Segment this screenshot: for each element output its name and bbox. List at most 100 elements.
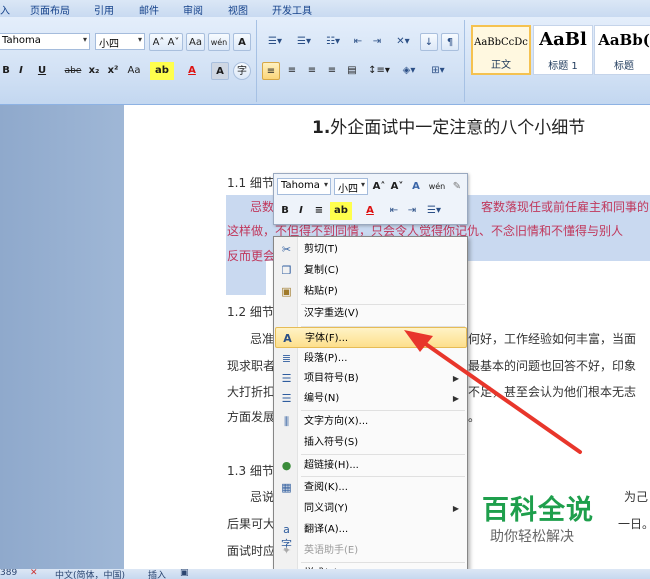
mini-shrink-font-button[interactable]: A˅ (389, 178, 405, 196)
mini-bold-button[interactable]: B (279, 202, 291, 220)
mini-font-combo[interactable]: Tahoma ▾ (277, 178, 331, 195)
mini-bullets-button[interactable]: ☰▾ (422, 202, 446, 220)
menu-item-text-direction[interactable]: ⫼ 文字方向(X)... (275, 411, 467, 432)
tab-references[interactable]: 引用 (94, 2, 114, 17)
tab-view[interactable]: 视图 (228, 2, 248, 17)
status-language[interactable]: 中文(简体，中国) (55, 569, 125, 579)
mini-grow-font-button[interactable]: A˄ (371, 178, 387, 196)
numbering-button[interactable]: ☰▾ (291, 33, 317, 51)
style-title[interactable]: AaBb( 标题 (594, 25, 650, 75)
text-direction-icon: ⫼ (283, 415, 290, 428)
tab-mailings[interactable]: 邮件 (139, 2, 159, 17)
mini-decrease-indent-button[interactable]: ⇤ (386, 202, 402, 220)
phonetic-guide-button[interactable]: wén (208, 33, 230, 51)
sort-button[interactable]: ↓ (420, 33, 438, 51)
char-border-button[interactable]: A (233, 33, 251, 51)
clear-formatting-button[interactable]: Aa (186, 33, 205, 51)
tab-page-layout[interactable]: 页面布局 (30, 2, 70, 17)
style-sample: AaBb( (598, 31, 650, 49)
menu-item-label: 粘贴(P) (304, 286, 338, 297)
menu-item-lookup[interactable]: ▦ 查阅(K)... (275, 477, 467, 498)
underline-button[interactable]: U (34, 62, 50, 80)
tab-review[interactable]: 审阅 (183, 2, 203, 17)
paragraph-text: 面试时应 (227, 544, 276, 558)
menu-item-paste[interactable]: ▣ 粘贴(P) (275, 281, 467, 302)
increase-indent-button[interactable]: ⇥ (369, 33, 385, 51)
menu-item-label: 段落(P)... (304, 353, 348, 364)
heading-1-1: 1.1 细节 (227, 176, 274, 190)
menu-item-font[interactable]: A 字体(F)... (275, 327, 467, 348)
menu-item-numbering[interactable]: ☰ 编号(N) ▶ (275, 388, 467, 409)
mini-italic-button[interactable]: I (295, 202, 307, 220)
proofing-icon[interactable]: ✕ (30, 569, 38, 578)
strikethrough-button[interactable]: abe (62, 62, 84, 80)
enclose-char-button[interactable]: 字 (233, 62, 251, 80)
mini-styles-button[interactable]: A (407, 178, 425, 196)
research-book-icon: ▦ (281, 481, 292, 494)
menu-item-label: 英语助手(E) (304, 545, 359, 556)
tab-insert[interactable]: 入 (0, 2, 10, 17)
align-right-button[interactable]: ≡ (304, 62, 320, 80)
bullets-icon: ☰ (281, 372, 292, 385)
paragraph-text: 客数落现任或前任雇主和同事的 (481, 200, 650, 214)
show-marks-button[interactable]: ¶ (441, 33, 459, 51)
tab-developer[interactable]: 开发工具 (272, 2, 312, 17)
menu-item-insert-symbol[interactable]: 插入符号(S) (275, 432, 467, 453)
justify-button[interactable]: ≡ (324, 62, 340, 80)
grow-shrink-font-button[interactable]: A˄ A˅ (149, 33, 183, 51)
selection-highlight (226, 261, 266, 295)
mini-increase-indent-button[interactable]: ⇥ (404, 202, 420, 220)
paragraph-text: 方面发展 (227, 410, 276, 424)
menu-item-paragraph[interactable]: ≣ 段落(P)... (275, 348, 467, 369)
menu-item-cut[interactable]: ✂ 剪切(T) (275, 239, 467, 260)
menu-item-copy[interactable]: ❐ 复制(C) (275, 260, 467, 281)
subscript-button[interactable]: x₂ (86, 62, 102, 80)
macro-record-icon[interactable]: ▣ (180, 569, 189, 578)
char-shading-button[interactable]: A (211, 62, 229, 80)
mini-highlight-button[interactable]: ab (330, 202, 352, 220)
distributed-button[interactable]: ▤ (344, 62, 360, 80)
menu-item-reconvert[interactable]: 汉字重选(V) (275, 303, 467, 324)
menu-item-hyperlink[interactable]: ● 超链接(H)... (275, 455, 467, 476)
menu-item-label: 编号(N) (304, 393, 340, 404)
bold-button[interactable]: B (0, 62, 12, 80)
font-size-combo[interactable]: 小四 ▾ (95, 33, 145, 50)
paragraph-text: 。 (468, 410, 481, 424)
menu-item-label: 项目符号(B) (304, 373, 359, 384)
mini-align-button[interactable]: ≡ (312, 202, 326, 220)
menu-item-bullets[interactable]: ☰ 项目符号(B) ▶ (275, 368, 467, 389)
shading-button[interactable]: ◈▾ (396, 62, 422, 80)
status-bar: 389 ✕ 中文(简体，中国) 插入 ▣ (0, 569, 650, 579)
change-case-button[interactable]: Aa (124, 62, 144, 80)
bullets-button[interactable]: ☰▾ (262, 33, 288, 51)
highlight-color-button[interactable]: ab (150, 62, 174, 80)
chinese-layout-button[interactable]: ✕▾ (390, 33, 416, 51)
title-text: 外企面试中一定注意的八个小细节 (330, 118, 586, 138)
menu-item-label: 插入符号(S) (304, 437, 359, 448)
mini-size-combo[interactable]: 小四 ▾ (334, 178, 368, 195)
superscript-button[interactable]: x² (105, 62, 121, 80)
style-normal[interactable]: AaBbCcDc 正文 (471, 25, 531, 75)
multilevel-list-button[interactable]: ☷▾ (320, 33, 346, 51)
mini-font-color-button[interactable]: A (360, 202, 380, 220)
align-center-button[interactable]: ≡ (284, 62, 300, 80)
paragraph-text: 大打折扣 (227, 385, 276, 399)
italic-button[interactable]: I (15, 62, 27, 80)
watermark-logo: 百科全说 助你轻松解决 (462, 476, 632, 556)
format-painter-icon[interactable]: ✎ (449, 178, 465, 196)
font-color-button[interactable]: A (180, 62, 204, 80)
menu-item-synonyms[interactable]: 同义词(Y) ▶ (275, 498, 467, 519)
line-spacing-button[interactable]: ↕≡▾ (366, 62, 392, 80)
menu-item-translate[interactable]: a字 翻译(A)... (275, 519, 467, 551)
title-number: 1. (312, 118, 331, 138)
font-name-combo[interactable]: Tahoma ▾ (0, 33, 90, 50)
status-word-count[interactable]: 389 (0, 569, 17, 578)
mini-phonetic-button[interactable]: wén (428, 178, 446, 196)
submenu-arrow-icon: ▶ (452, 394, 459, 403)
style-heading-1[interactable]: AaBl 标题 1 (533, 25, 593, 75)
borders-button[interactable]: ⊞▾ (425, 62, 451, 80)
status-insert-mode[interactable]: 插入 (148, 569, 166, 579)
decrease-indent-button[interactable]: ⇤ (350, 33, 366, 51)
menu-item-label: 文字方向(X)... (304, 416, 369, 427)
align-left-button[interactable]: ≡ (262, 62, 280, 80)
